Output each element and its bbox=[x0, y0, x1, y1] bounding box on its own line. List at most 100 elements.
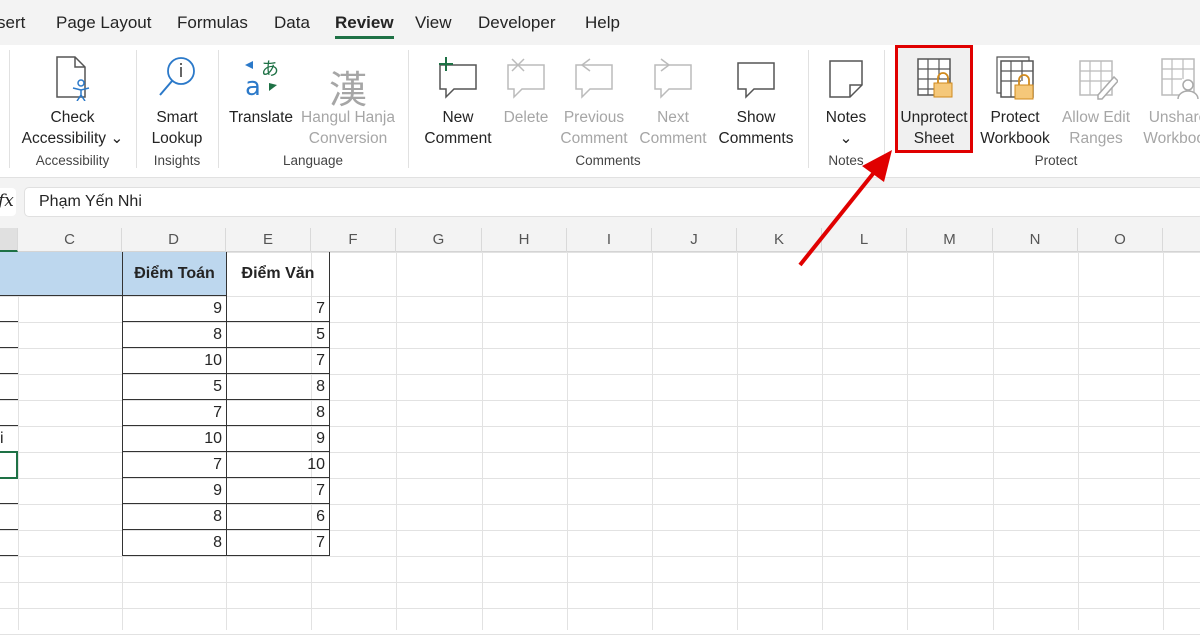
label: Previous bbox=[563, 109, 625, 126]
previous-comment-button[interactable]: Previous Comment bbox=[556, 51, 632, 149]
column-b-cell[interactable] bbox=[0, 530, 18, 556]
table-cell[interactable]: 5 bbox=[226, 322, 330, 348]
label: Accessibility ⌄ bbox=[21, 130, 124, 147]
column-header-h[interactable]: H bbox=[482, 228, 567, 252]
tab-review[interactable]: Review bbox=[335, 13, 394, 39]
label: Ranges bbox=[1069, 130, 1123, 147]
gridline bbox=[567, 252, 568, 630]
table-header-cell[interactable]: Điểm Toán bbox=[122, 252, 226, 296]
gridline bbox=[396, 252, 397, 630]
check-accessibility-button[interactable]: Check Accessibility ⌄ bbox=[20, 51, 125, 149]
column-header-n[interactable]: N bbox=[993, 228, 1078, 252]
label: Workbook bbox=[1143, 130, 1200, 147]
table-cell[interactable]: 8 bbox=[122, 504, 226, 530]
column-header-j[interactable]: J bbox=[652, 228, 737, 252]
column-header-f[interactable]: F bbox=[311, 228, 396, 252]
notes-button[interactable]: Notes ⌄ bbox=[818, 51, 874, 149]
gridline bbox=[482, 252, 483, 630]
column-header-o[interactable]: O bbox=[1078, 228, 1163, 252]
label: Translate bbox=[228, 109, 294, 126]
table-cell[interactable]: 7 bbox=[226, 478, 330, 504]
table-cell[interactable]: 5 bbox=[122, 374, 226, 400]
column-b-cell[interactable] bbox=[0, 322, 18, 348]
gridline bbox=[18, 252, 19, 630]
table-cell[interactable]: 7 bbox=[122, 452, 226, 478]
translate-icon: aあ bbox=[228, 51, 294, 101]
table-cell[interactable]: 10 bbox=[122, 348, 226, 374]
table-cell[interactable]: 7 bbox=[226, 530, 330, 556]
label: Allow Edit bbox=[1061, 109, 1131, 126]
show-comments-button[interactable]: Show Comments bbox=[714, 51, 798, 149]
table-cell[interactable]: 9 bbox=[122, 296, 226, 322]
table-cell[interactable]: 8 bbox=[226, 400, 330, 426]
table-cell[interactable]: 9 bbox=[122, 478, 226, 504]
svg-text:a: a bbox=[245, 72, 261, 101]
table-cell[interactable]: 8 bbox=[226, 374, 330, 400]
column-b-cell[interactable] bbox=[0, 296, 18, 322]
smart-lookup-button[interactable]: Smart Lookup bbox=[145, 51, 209, 149]
tab-help[interactable]: Help bbox=[585, 13, 620, 33]
label: Conversion bbox=[308, 130, 388, 147]
table-cell[interactable]: 7 bbox=[122, 400, 226, 426]
label: New bbox=[442, 109, 474, 126]
column-b-cell[interactable] bbox=[0, 374, 18, 400]
label: Check bbox=[50, 109, 95, 126]
label: Unshare bbox=[1148, 109, 1200, 126]
worksheet-grid[interactable]: Điểm Toán Điểm Văn 9 7 8 5 10 7 5 8 7 8 10 9 7 10 9 7 8 6 8 7… bbox=[0, 252, 1200, 635]
hangul-hanja-button[interactable]: 漢 Hangul Hanja Conversion bbox=[298, 51, 398, 149]
note-icon bbox=[818, 51, 874, 101]
table-cell[interactable]: 7 bbox=[226, 296, 330, 322]
delete-comment-button[interactable]: Delete bbox=[500, 51, 552, 128]
column-header-e[interactable]: E bbox=[226, 228, 311, 252]
accessibility-icon bbox=[20, 51, 125, 101]
comments-icon bbox=[714, 51, 798, 101]
protect-workbook-button[interactable]: Protect Workbook bbox=[975, 51, 1055, 149]
fx-icon[interactable]: fx bbox=[0, 188, 16, 216]
column-b-cell[interactable] bbox=[0, 504, 18, 530]
label: Smart bbox=[156, 109, 198, 126]
column-header-c[interactable]: C bbox=[18, 228, 122, 252]
label: Hangul Hanja bbox=[301, 109, 395, 126]
column-headers: CDEFGHIJKLMNO bbox=[0, 228, 1200, 252]
table-cell[interactable]: 7 bbox=[226, 348, 330, 374]
unshare-workbook-button[interactable]: Unshare Workbook bbox=[1138, 51, 1200, 149]
group-protect: Protect bbox=[1034, 153, 1078, 168]
tab-insert[interactable]: sert bbox=[0, 13, 25, 33]
column-header-i[interactable]: I bbox=[567, 228, 652, 252]
allow-edit-ranges-button[interactable]: Allow Edit Ranges bbox=[1058, 51, 1134, 149]
table-cell[interactable]: 8 bbox=[122, 530, 226, 556]
search-info-icon bbox=[145, 51, 209, 101]
column-header-g[interactable]: G bbox=[396, 228, 482, 252]
tab-developer[interactable]: Developer bbox=[478, 13, 556, 33]
tab-formulas[interactable]: Formulas bbox=[177, 13, 248, 33]
column-header-m[interactable]: M bbox=[907, 228, 993, 252]
column-b-cell[interactable] bbox=[0, 348, 18, 374]
table-cell[interactable]: 10 bbox=[226, 452, 330, 478]
table-cell[interactable]: 9 bbox=[226, 426, 330, 452]
table-cell[interactable]: 6 bbox=[226, 504, 330, 530]
table-header-cell[interactable]: Điểm Văn bbox=[226, 252, 330, 296]
gridline bbox=[1163, 252, 1164, 630]
tab-page-layout[interactable]: Page Layout bbox=[56, 13, 151, 33]
column-b-cell[interactable] bbox=[0, 400, 18, 426]
svg-text:あ: あ bbox=[261, 59, 279, 80]
column-b-cell[interactable] bbox=[0, 478, 18, 504]
gridline bbox=[1078, 252, 1079, 630]
label: Delete bbox=[503, 109, 549, 126]
gridline bbox=[822, 252, 823, 630]
tab-view[interactable]: View bbox=[415, 13, 452, 33]
label: Lookup bbox=[151, 130, 203, 147]
new-comment-button[interactable]: New Comment bbox=[418, 51, 498, 149]
column-header-b[interactable] bbox=[0, 228, 18, 252]
gridline bbox=[0, 556, 1200, 557]
selected-cell[interactable] bbox=[0, 451, 18, 479]
next-comment-button[interactable]: Next Comment bbox=[635, 51, 711, 149]
formula-input[interactable]: Phạm Yến Nhi bbox=[24, 187, 1200, 217]
table-cell[interactable]: 8 bbox=[122, 322, 226, 348]
tab-data[interactable]: Data bbox=[274, 13, 310, 33]
column-header-d[interactable]: D bbox=[122, 228, 226, 252]
translate-button[interactable]: aあ Translate bbox=[228, 51, 294, 128]
table-cell[interactable]: 10 bbox=[122, 426, 226, 452]
label: Workbook bbox=[980, 130, 1050, 147]
highlight-box bbox=[895, 45, 973, 153]
